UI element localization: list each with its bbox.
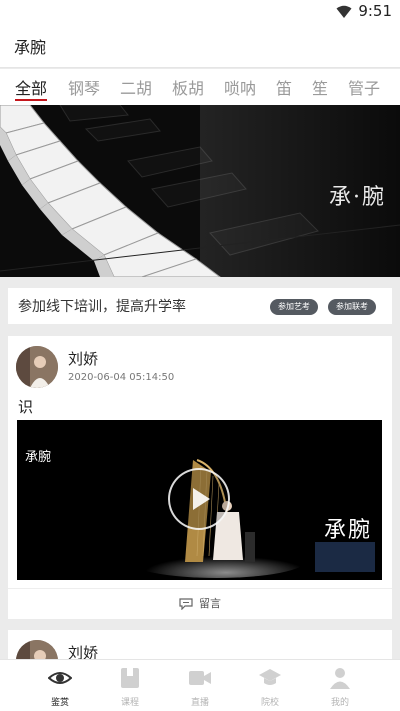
tab-piano[interactable]: 钢琴 (68, 75, 100, 99)
active-tab-indicator (15, 99, 47, 101)
nav-label: 课程 (120, 698, 139, 708)
promo-text: 参加线下培训，提高升学率 (18, 299, 186, 315)
tab-guanzi[interactable]: 管子 (348, 75, 380, 99)
comment-icon (179, 598, 193, 610)
bottom-nav: 鉴赏 课程 直播 院校 我的 (0, 659, 400, 711)
book-icon (121, 668, 139, 688)
eye-icon (48, 672, 72, 684)
nav-label: 我的 (330, 698, 349, 708)
status-time: 9:51 (358, 2, 392, 20)
graduation-cap-icon (259, 669, 281, 685)
nav-appreciate[interactable]: 鉴赏 (20, 660, 100, 711)
tab-erhu[interactable]: 二胡 (120, 75, 152, 99)
page-title: 承腕 (14, 38, 47, 57)
person-icon (330, 668, 350, 689)
play-button[interactable] (168, 468, 230, 530)
nav-courses[interactable]: 课程 (90, 660, 170, 711)
nav-label: 直播 (190, 698, 209, 708)
join-art-exam-button[interactable]: 参加艺考 (270, 299, 318, 315)
tab-sheng[interactable]: 笙 (312, 75, 328, 99)
tab-all[interactable]: 全部 (15, 75, 47, 99)
screen: 9:51 承腕 全部 钢琴 二胡 板胡 唢呐 笛 笙 管子 承·腕 参加线下培训… (0, 0, 400, 711)
category-tabs: 全部 钢琴 二胡 板胡 唢呐 笛 笙 管子 (0, 69, 400, 105)
post-card: 刘娇 2020-06-04 05:14:50 识 承腕 承腕 留言 (8, 336, 392, 619)
video-camera-icon (189, 671, 211, 685)
tab-suona[interactable]: 唢呐 (224, 75, 256, 99)
avatar[interactable] (16, 346, 58, 388)
tab-di[interactable]: 笛 (276, 75, 292, 99)
post-text: 识 (18, 398, 34, 416)
promo-strip: 参加线下培训，提高升学率 参加艺考 参加联考 (8, 288, 392, 324)
nav-live[interactable]: 直播 (160, 660, 240, 711)
video-logo-right: 承腕 (323, 518, 372, 543)
post-timestamp: 2020-06-04 05:14:50 (68, 372, 175, 383)
banner-logo-text: 承·腕 (329, 185, 386, 210)
app-bar: 承腕 (0, 24, 400, 68)
join-joint-exam-button[interactable]: 参加联考 (328, 299, 376, 315)
nav-schools[interactable]: 院校 (230, 660, 310, 711)
banner[interactable]: 承·腕 (0, 105, 400, 277)
tab-banhu[interactable]: 板胡 (172, 75, 204, 99)
author-name[interactable]: 刘娇 (68, 348, 98, 369)
comment-label: 留言 (199, 597, 221, 610)
nav-mine[interactable]: 我的 (300, 660, 380, 711)
video-player[interactable]: 承腕 承腕 (17, 420, 382, 580)
status-bar: 9:51 (0, 0, 400, 24)
comment-button[interactable]: 留言 (8, 591, 392, 617)
divider (8, 588, 392, 589)
nav-label: 院校 (260, 698, 279, 708)
video-logo-left: 承腕 (25, 450, 52, 465)
play-icon (193, 488, 210, 510)
wifi-icon (336, 5, 352, 18)
nav-label: 鉴赏 (50, 698, 69, 708)
